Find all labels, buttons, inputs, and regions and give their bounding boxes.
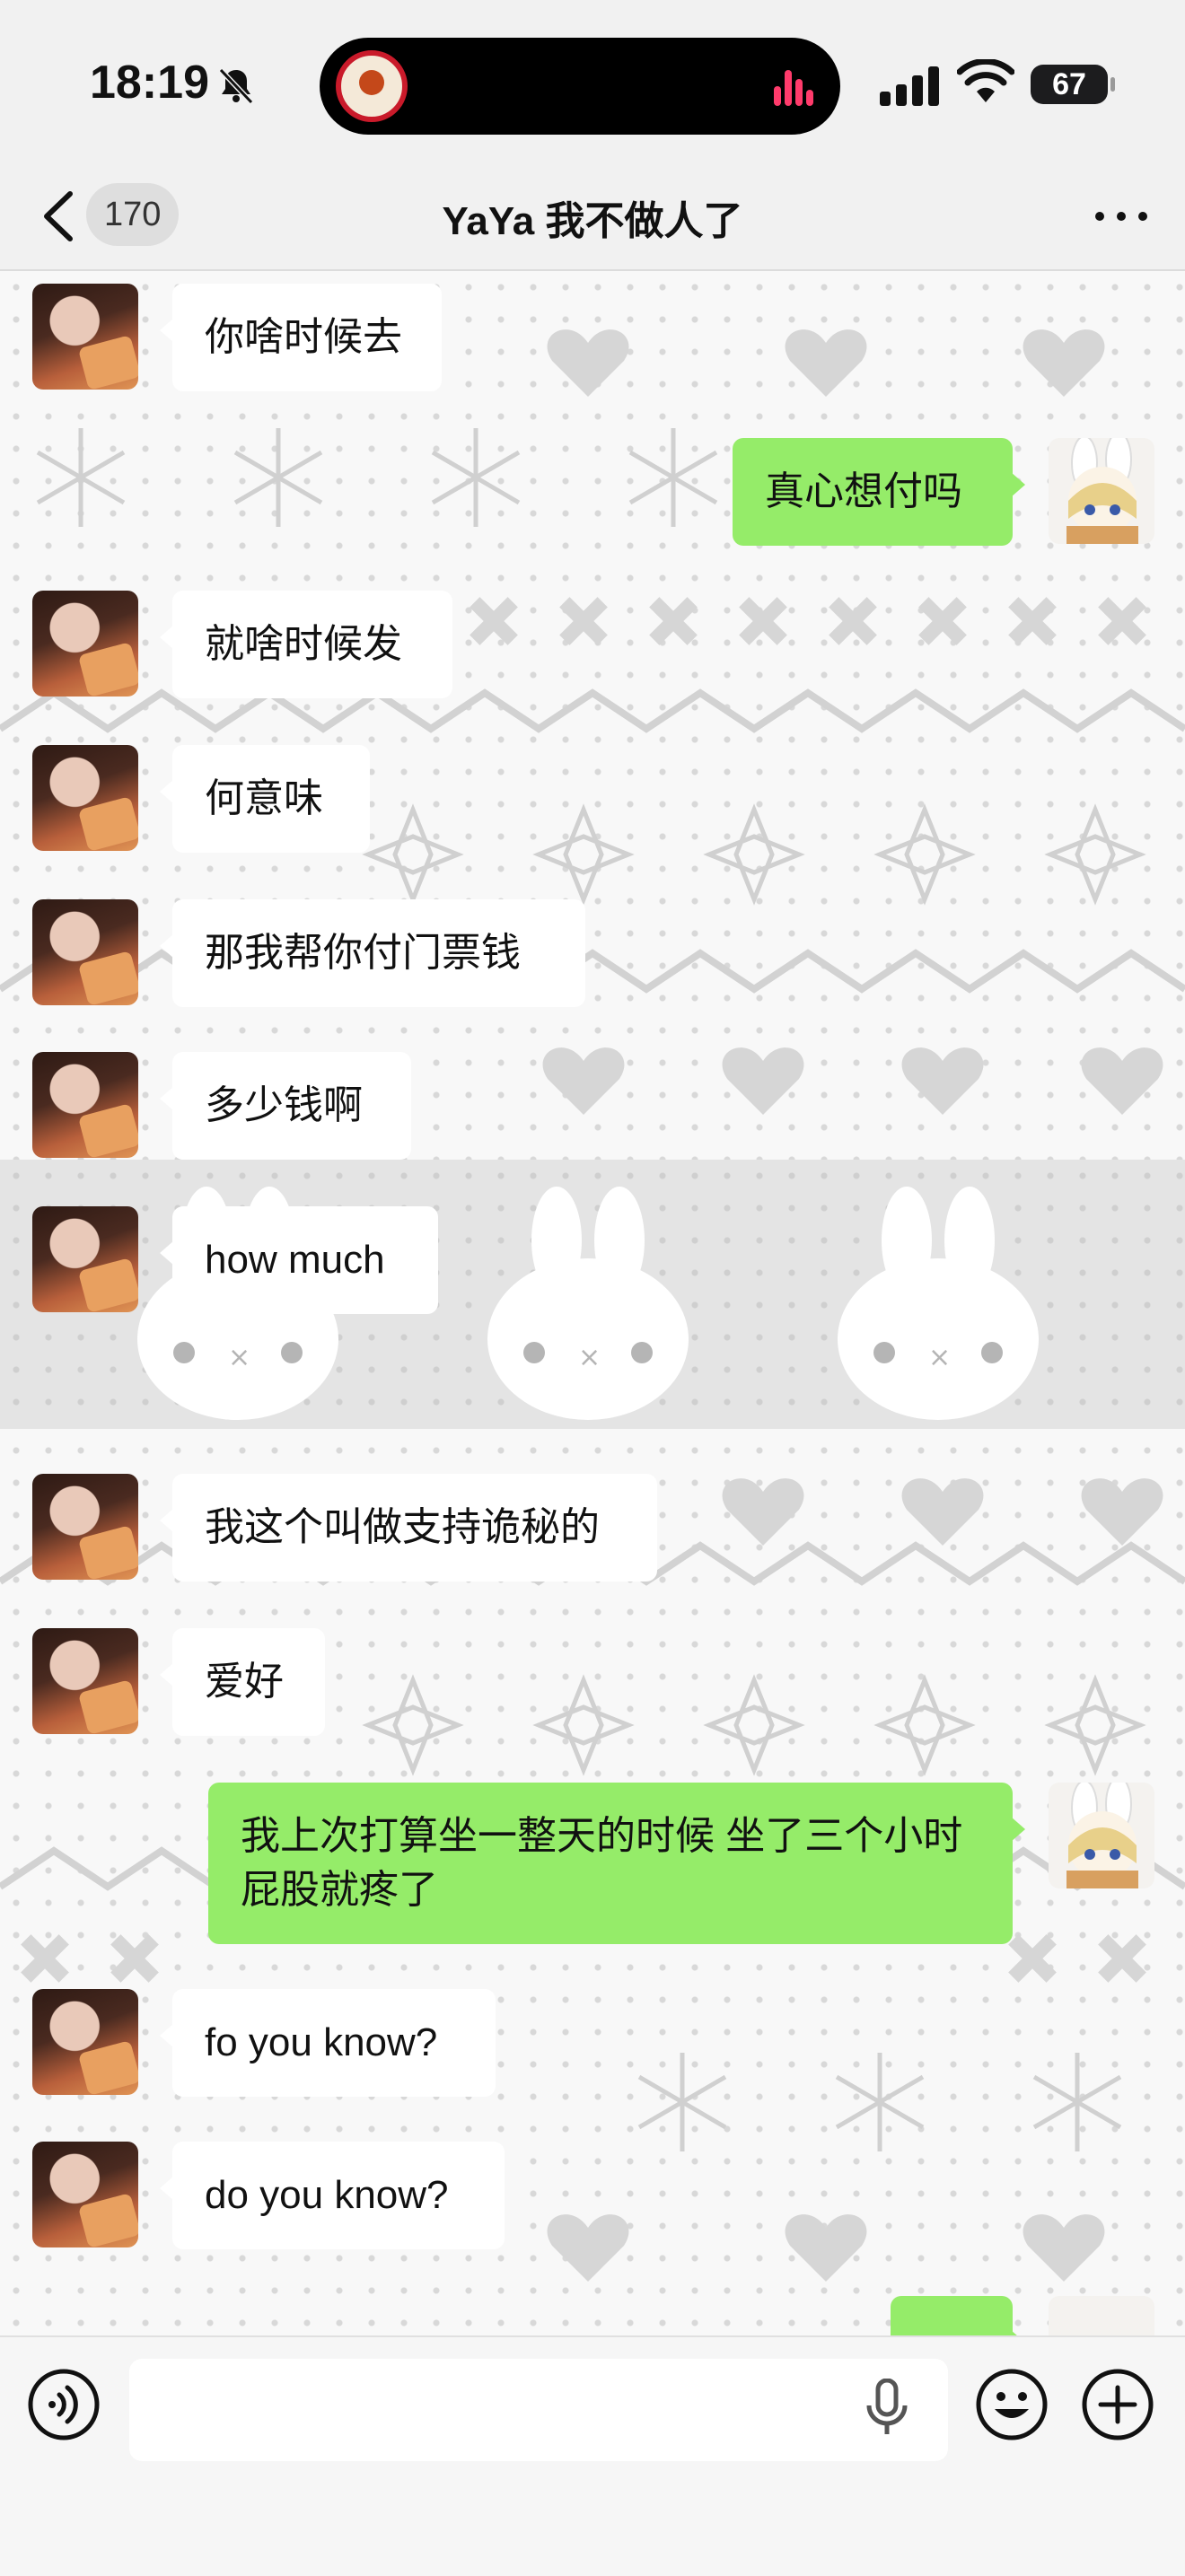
- message-list[interactable]: × × × 你啥时候去 真心想付吗 就啥时候发 何意味 那我帮你付门票钱 多少钱…: [0, 271, 1185, 2335]
- contact-avatar[interactable]: [32, 1052, 138, 1158]
- cellular-signal-icon: [880, 66, 939, 106]
- app-logo-icon: [336, 50, 408, 122]
- anime-avatar-icon: [1066, 438, 1138, 544]
- status-bar: 18:19 67: [0, 0, 1185, 171]
- chat-header: 170 YaYa 我不做人了: [0, 171, 1185, 271]
- chat-title[interactable]: YaYa 我不做人了: [269, 188, 916, 246]
- contact-avatar[interactable]: [32, 1206, 138, 1312]
- svg-text:×: ×: [928, 1342, 951, 1373]
- message-bubble-received[interactable]: 你啥时候去: [160, 284, 442, 391]
- message-bubble-received[interactable]: fo you know?: [160, 1989, 496, 2097]
- message-bubble-sent[interactable]: 真心想付吗: [733, 438, 1025, 546]
- unread-count-badge[interactable]: 170: [86, 183, 180, 246]
- message-bubble-received[interactable]: 何意味: [160, 745, 370, 853]
- my-avatar[interactable]: [1049, 2296, 1154, 2335]
- plus-icon[interactable]: [1081, 2368, 1154, 2441]
- bunny-decoration-icon: ×: [838, 1187, 1039, 1420]
- message-bubble-received[interactable]: 就啥时候发: [160, 591, 452, 698]
- input-bar: [0, 2335, 1185, 2576]
- message-bubble-received[interactable]: do you know?: [160, 2142, 505, 2249]
- svg-text:×: ×: [228, 1342, 250, 1373]
- anime-avatar-icon: [1066, 1783, 1138, 1888]
- message-bubble-received[interactable]: 爱好: [160, 1628, 325, 1736]
- audio-bars-icon: [774, 68, 813, 106]
- contact-avatar[interactable]: [32, 1989, 138, 2095]
- contact-avatar[interactable]: [32, 591, 138, 697]
- bell-slash-icon: [218, 67, 254, 105]
- contact-avatar[interactable]: [32, 284, 138, 390]
- status-time: 18:19: [90, 57, 209, 109]
- message-bubble-received[interactable]: 多少钱啊: [160, 1052, 411, 1160]
- contact-avatar[interactable]: [32, 2142, 138, 2247]
- back-chevron-icon[interactable]: [36, 187, 81, 246]
- contact-avatar[interactable]: [32, 1628, 138, 1734]
- wifi-icon: [957, 59, 1014, 102]
- microphone-icon[interactable]: [862, 2379, 912, 2438]
- dynamic-island: [320, 38, 840, 135]
- my-avatar[interactable]: [1049, 1783, 1154, 1888]
- message-bubble-received[interactable]: how much: [160, 1206, 438, 1314]
- my-avatar[interactable]: [1049, 438, 1154, 544]
- contact-avatar[interactable]: [32, 745, 138, 851]
- svg-text:×: ×: [578, 1342, 601, 1373]
- message-bubble-received[interactable]: 那我帮你付门票钱: [160, 899, 585, 1007]
- bunny-decoration-icon: ×: [487, 1187, 689, 1420]
- contact-avatar[interactable]: [32, 899, 138, 1005]
- emoji-icon[interactable]: [975, 2368, 1049, 2441]
- more-icon[interactable]: [1095, 197, 1149, 233]
- message-bubble-received[interactable]: 我这个叫做支持诡秘的: [160, 1474, 657, 1582]
- battery-icon: 67: [1031, 65, 1115, 104]
- message-input[interactable]: [129, 2359, 948, 2461]
- voice-icon[interactable]: [27, 2368, 101, 2441]
- message-bubble-sent[interactable]: [891, 2296, 1025, 2335]
- message-bubble-sent[interactable]: 我上次打算坐一整天的时候 坐了三个小时屁股就疼了: [208, 1783, 1025, 1944]
- contact-avatar[interactable]: [32, 1474, 138, 1580]
